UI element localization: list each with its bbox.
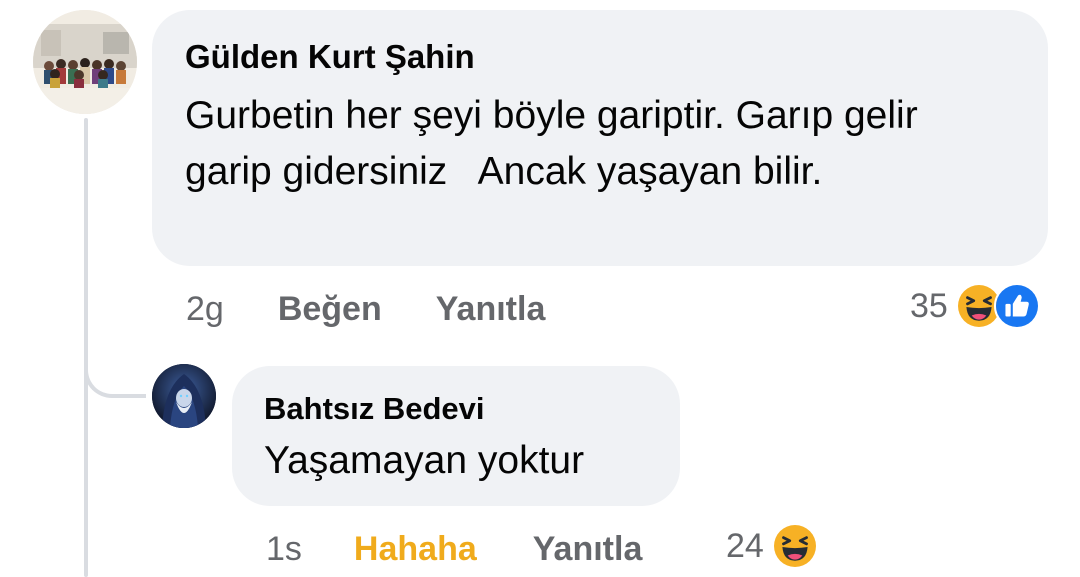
reaction-icons [955,283,1040,329]
comment-bubble: Gülden Kurt Şahin Gurbetin her şeyi böyl… [152,10,1048,266]
reply-reaction-summary[interactable]: 24 [726,522,818,570]
group-photo-avatar-image [33,10,137,114]
comment-author-name[interactable]: Gülden Kurt Şahin [185,36,1014,78]
reply-author-name[interactable]: Bahtsız Bedevi [264,390,648,428]
reply-bubble: Bahtsız Bedevi Yaşamayan yoktur [232,366,680,506]
reply-actions: 1s Hahaha Yanıtla [266,524,642,574]
comment-text: Gurbetin her şeyi böyle gariptir. Garıp … [185,94,929,193]
reply-connector-curve [84,330,146,398]
haha-reaction-button[interactable]: Hahaha [354,530,477,569]
reaction-count: 35 [910,286,948,325]
comment-actions: 2g Beğen Yanıtla [186,284,545,334]
reaction-icons [771,523,818,569]
haha-icon [771,523,818,569]
comment-timestamp[interactable]: 2g [186,290,224,329]
avatar[interactable] [152,364,216,428]
wizard-avatar-image [152,364,216,428]
avatar[interactable] [33,10,137,114]
like-button[interactable]: Beğen [278,290,382,329]
comment-thread: Gülden Kurt Şahin Gurbetin her şeyi böyl… [0,0,1080,577]
reply-button[interactable]: Yanıtla [533,530,643,569]
reply-text: Yaşamayan yoktur [264,439,585,482]
reaction-summary[interactable]: 35 [910,282,1040,330]
reaction-count: 24 [726,526,764,565]
reply-timestamp[interactable]: 1s [266,530,302,569]
reply-button[interactable]: Yanıtla [436,290,546,329]
like-icon [993,283,1040,329]
